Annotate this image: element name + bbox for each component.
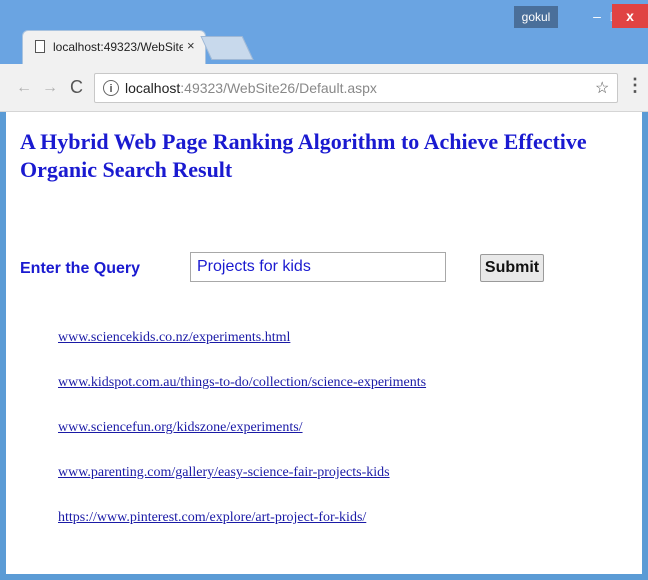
result-link[interactable]: https://www.pinterest.com/explore/art-pr… bbox=[58, 510, 366, 525]
bookmark-star-icon[interactable]: ☆ bbox=[595, 78, 609, 98]
list-item: https://www.pinterest.com/explore/art-pr… bbox=[58, 510, 426, 555]
reload-icon[interactable]: C bbox=[70, 77, 83, 98]
list-item: www.parenting.com/gallery/easy-science-f… bbox=[58, 465, 426, 510]
title-bar: gokul – □ x localhost:49323/WebSite × bbox=[0, 0, 648, 64]
result-link[interactable]: www.kidspot.com.au/things-to-do/collecti… bbox=[58, 375, 426, 390]
close-window-button[interactable]: x bbox=[612, 4, 648, 28]
menu-icon[interactable]: ⋮ bbox=[626, 76, 644, 94]
address-bar[interactable]: i localhost:49323/WebSite26/Default.aspx… bbox=[94, 73, 618, 103]
tab-close-icon[interactable]: × bbox=[187, 38, 195, 53]
browser-toolbar: ← → C i localhost:49323/WebSite26/Defaul… bbox=[0, 64, 648, 112]
tab-title: localhost:49323/WebSite bbox=[53, 40, 183, 54]
browser-tab[interactable]: localhost:49323/WebSite × bbox=[22, 30, 206, 64]
url-host: localhost bbox=[125, 80, 181, 96]
info-icon[interactable]: i bbox=[103, 80, 119, 96]
list-item: www.sciencefun.org/kidszone/experiments/ bbox=[58, 420, 426, 465]
page-title: A Hybrid Web Page Ranking Algorithm to A… bbox=[20, 129, 587, 182]
submit-button[interactable]: Submit bbox=[480, 254, 544, 282]
browser-window: gokul – □ x localhost:49323/WebSite × ← … bbox=[0, 0, 648, 580]
url-path: :49323/WebSite26/Default.aspx bbox=[180, 80, 377, 96]
list-item: www.sciencekids.co.nz/experiments.html bbox=[58, 330, 426, 375]
url-text[interactable]: localhost:49323/WebSite26/Default.aspx bbox=[125, 80, 377, 96]
result-link[interactable]: www.parenting.com/gallery/easy-science-f… bbox=[58, 465, 390, 480]
page-icon bbox=[35, 40, 45, 53]
window-border bbox=[0, 574, 648, 580]
forward-arrow-icon[interactable]: → bbox=[42, 79, 58, 97]
results-list: www.sciencekids.co.nz/experiments.html w… bbox=[58, 330, 426, 555]
back-arrow-icon[interactable]: ← bbox=[16, 79, 32, 97]
new-tab-button[interactable] bbox=[200, 36, 254, 60]
result-link[interactable]: www.sciencekids.co.nz/experiments.html bbox=[58, 330, 290, 345]
query-input[interactable] bbox=[190, 252, 446, 282]
result-link[interactable]: www.sciencefun.org/kidszone/experiments/ bbox=[58, 420, 303, 435]
query-label: Enter the Query bbox=[20, 260, 141, 277]
user-profile-badge[interactable]: gokul bbox=[514, 6, 558, 28]
list-item: www.kidspot.com.au/things-to-do/collecti… bbox=[58, 375, 426, 420]
page-content: A Hybrid Web Page Ranking Algorithm to A… bbox=[6, 112, 642, 574]
